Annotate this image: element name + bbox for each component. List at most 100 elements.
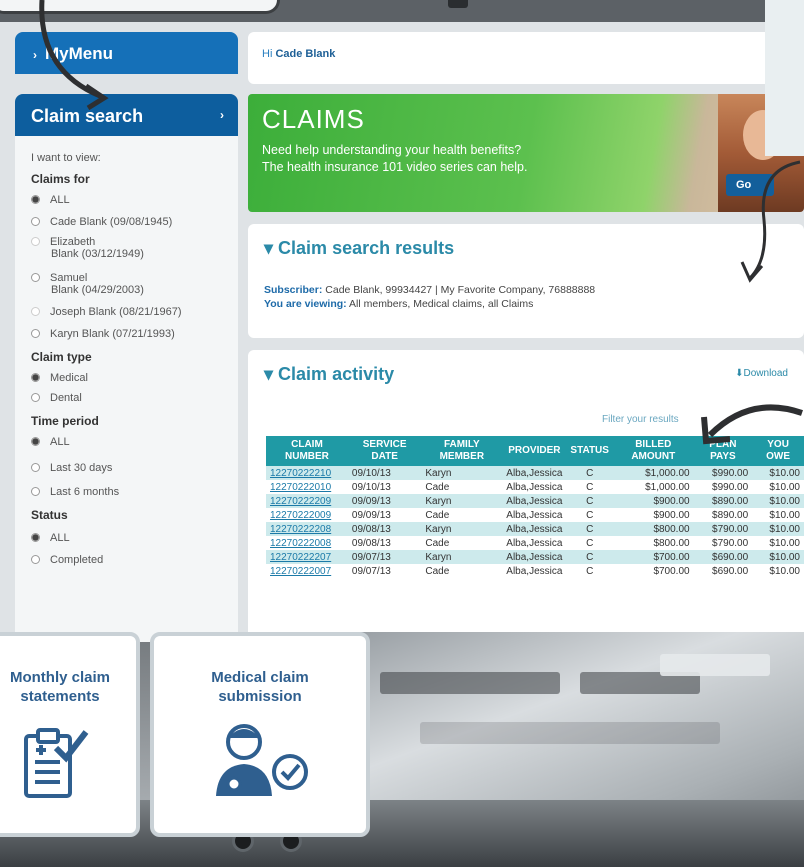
- table-cell: Cade: [425, 481, 450, 493]
- table-cell: Alba,Jessica: [506, 565, 563, 577]
- screen: › MyMenu Claim search › I want to view: C…: [0, 22, 804, 642]
- radio-time-30-days[interactable]: Last 30 days: [31, 462, 112, 474]
- table-cell: $890.00: [693, 494, 753, 508]
- claim-number-link[interactable]: 12270222008: [266, 536, 348, 550]
- table-cell: $10.00: [752, 494, 804, 508]
- radio-label: Medical: [50, 372, 88, 384]
- radio-label: Dental: [50, 392, 82, 404]
- radio-label: ALL: [50, 532, 70, 544]
- claim-number-link[interactable]: 12270222010: [266, 480, 348, 494]
- tile-line2: submission: [218, 688, 302, 705]
- greeting-prefix: Hi: [262, 48, 273, 60]
- banner-line2: The health insurance 101 video series ca…: [262, 160, 528, 174]
- table-cell: $790.00: [712, 537, 749, 549]
- tile-line2: statements: [20, 688, 100, 705]
- claim-number-link[interactable]: 12270222009: [266, 508, 348, 522]
- viewing-label: You are viewing:: [264, 298, 347, 310]
- claim-number-link[interactable]: 12270222209: [266, 494, 348, 508]
- claim-number-link[interactable]: 12270222007: [266, 564, 348, 578]
- medical-claim-submission-tile[interactable]: Medical claim submission: [150, 632, 370, 837]
- radio-status-completed[interactable]: Completed: [31, 554, 103, 566]
- radio-icon: [31, 195, 40, 204]
- claim-type-heading: Claim type: [31, 350, 92, 364]
- table-cell: Karyn: [421, 494, 503, 508]
- radio-label: Last 30 days: [50, 462, 113, 474]
- doctor-check-icon: [216, 724, 308, 796]
- table-cell: 09/07/13: [351, 565, 391, 577]
- radio-label: Samuel: [50, 272, 88, 284]
- column-header[interactable]: FAMILY MEMBER: [421, 436, 503, 466]
- radio-claims-for-karyn[interactable]: Karyn Blank (07/21/1993): [31, 328, 175, 340]
- chevron-right-icon: ›: [220, 108, 224, 122]
- claim-number-link[interactable]: 12270222207: [266, 550, 348, 564]
- table-cell: $10.00: [769, 537, 800, 549]
- table-cell: $1,000.00: [645, 481, 690, 493]
- radio-label: ALL: [50, 436, 70, 448]
- radio-label: Karyn Blank (07/21/1993): [50, 328, 175, 340]
- claim-search-panel: I want to view: Claims for ALL Cade Blan…: [15, 136, 238, 642]
- radio-icon: [31, 487, 40, 496]
- monthly-statements-tile[interactable]: Monthly claim statements: [0, 632, 140, 837]
- activity-heading[interactable]: ▾ Claim activity: [264, 364, 394, 385]
- radio-icon: [31, 393, 40, 402]
- table-cell: Karyn: [421, 550, 503, 564]
- radio-label-line2: Blank (04/29/2003): [51, 284, 144, 296]
- radio-status-all[interactable]: ALL: [31, 532, 70, 544]
- claim-number-link[interactable]: 12270222210: [266, 466, 348, 480]
- download-label: Download: [743, 368, 788, 379]
- radio-claims-for-elizabeth[interactable]: Elizabeth Blank (03/12/1949): [31, 236, 144, 260]
- radio-claims-for-all[interactable]: ALL: [31, 194, 70, 206]
- table-cell: C: [586, 509, 594, 521]
- download-link[interactable]: ⬇Download: [735, 368, 788, 379]
- table-row: 12270222208 09/08/13 Karyn Alba,Jessica C $80…: [266, 522, 804, 536]
- keyboard-key: [380, 672, 560, 694]
- radio-time-6-months[interactable]: Last 6 months: [31, 486, 119, 498]
- column-header[interactable]: PROVIDER: [502, 436, 567, 466]
- greeting-name: Cade Blank: [275, 48, 336, 60]
- table-row: 12270222010 09/10/13 Cade Alba,Jessica C $1,0…: [266, 480, 804, 494]
- table-cell: 09/10/13: [351, 481, 391, 493]
- column-header[interactable]: STATUS: [566, 436, 613, 466]
- radio-label-line2: Blank (03/12/1949): [51, 248, 144, 260]
- status-heading: Status: [31, 508, 68, 522]
- table-cell: Cade: [425, 537, 450, 549]
- table-cell: Cade: [425, 509, 450, 521]
- table-cell: Alba,Jessica: [502, 550, 567, 564]
- banner-line1: Need help understanding your health bene…: [262, 143, 522, 157]
- callout-panel: [765, 0, 804, 156]
- table-cell: C: [566, 550, 613, 564]
- table-cell: 09/08/13: [347, 522, 422, 536]
- column-header[interactable]: SERVICE DATE: [347, 436, 422, 466]
- radio-icon: [31, 463, 40, 472]
- column-header[interactable]: BILLED AMOUNT: [612, 436, 694, 466]
- table-cell: $10.00: [752, 522, 804, 536]
- column-header[interactable]: CLAIM NUMBER: [266, 436, 348, 466]
- claims-table: CLAIM NUMBER SERVICE DATE FAMILY MEMBER PRO…: [266, 436, 804, 578]
- download-icon: ⬇: [735, 368, 744, 379]
- radio-claim-type-medical[interactable]: Medical: [31, 372, 88, 384]
- filter-results-link[interactable]: Filter your results: [602, 414, 679, 425]
- table-cell: 09/10/13: [347, 466, 422, 480]
- radio-time-all[interactable]: ALL: [31, 436, 70, 448]
- claims-for-heading: Claims for: [31, 172, 90, 186]
- radio-claims-for-samuel[interactable]: Samuel Blank (04/29/2003): [31, 272, 144, 296]
- claim-activity-card: ▾ Claim activity ⬇Download Filter your r…: [248, 350, 804, 642]
- table-cell: $10.00: [769, 509, 800, 521]
- subscriber-label: Subscriber:: [264, 284, 323, 296]
- radio-claims-for-joseph[interactable]: Joseph Blank (08/21/1967): [31, 306, 181, 318]
- table-cell: $800.00: [653, 537, 690, 549]
- table-row: 12270222210 09/10/13 Karyn Alba,Jessica C $1,…: [266, 466, 804, 480]
- radio-label: Last 6 months: [50, 486, 120, 498]
- arrow-icon: [740, 160, 801, 283]
- radio-icon: [31, 307, 40, 316]
- radio-claim-type-dental[interactable]: Dental: [31, 392, 82, 404]
- tile-title: Monthly claim statements: [0, 668, 136, 706]
- results-heading[interactable]: ▾ Claim search results: [264, 238, 454, 259]
- radio-icon: [31, 273, 40, 282]
- table-row: 12270222007 09/07/13 Cade Alba,Jessica C $700…: [266, 564, 804, 578]
- table-cell: $900.00: [653, 509, 690, 521]
- viewing-line: You are viewing: All members, Medical cl…: [264, 298, 533, 310]
- claim-number-link[interactable]: 12270222208: [266, 522, 348, 536]
- radio-label: Cade Blank (09/08/1945): [50, 216, 173, 228]
- radio-claims-for-cade[interactable]: Cade Blank (09/08/1945): [31, 216, 172, 228]
